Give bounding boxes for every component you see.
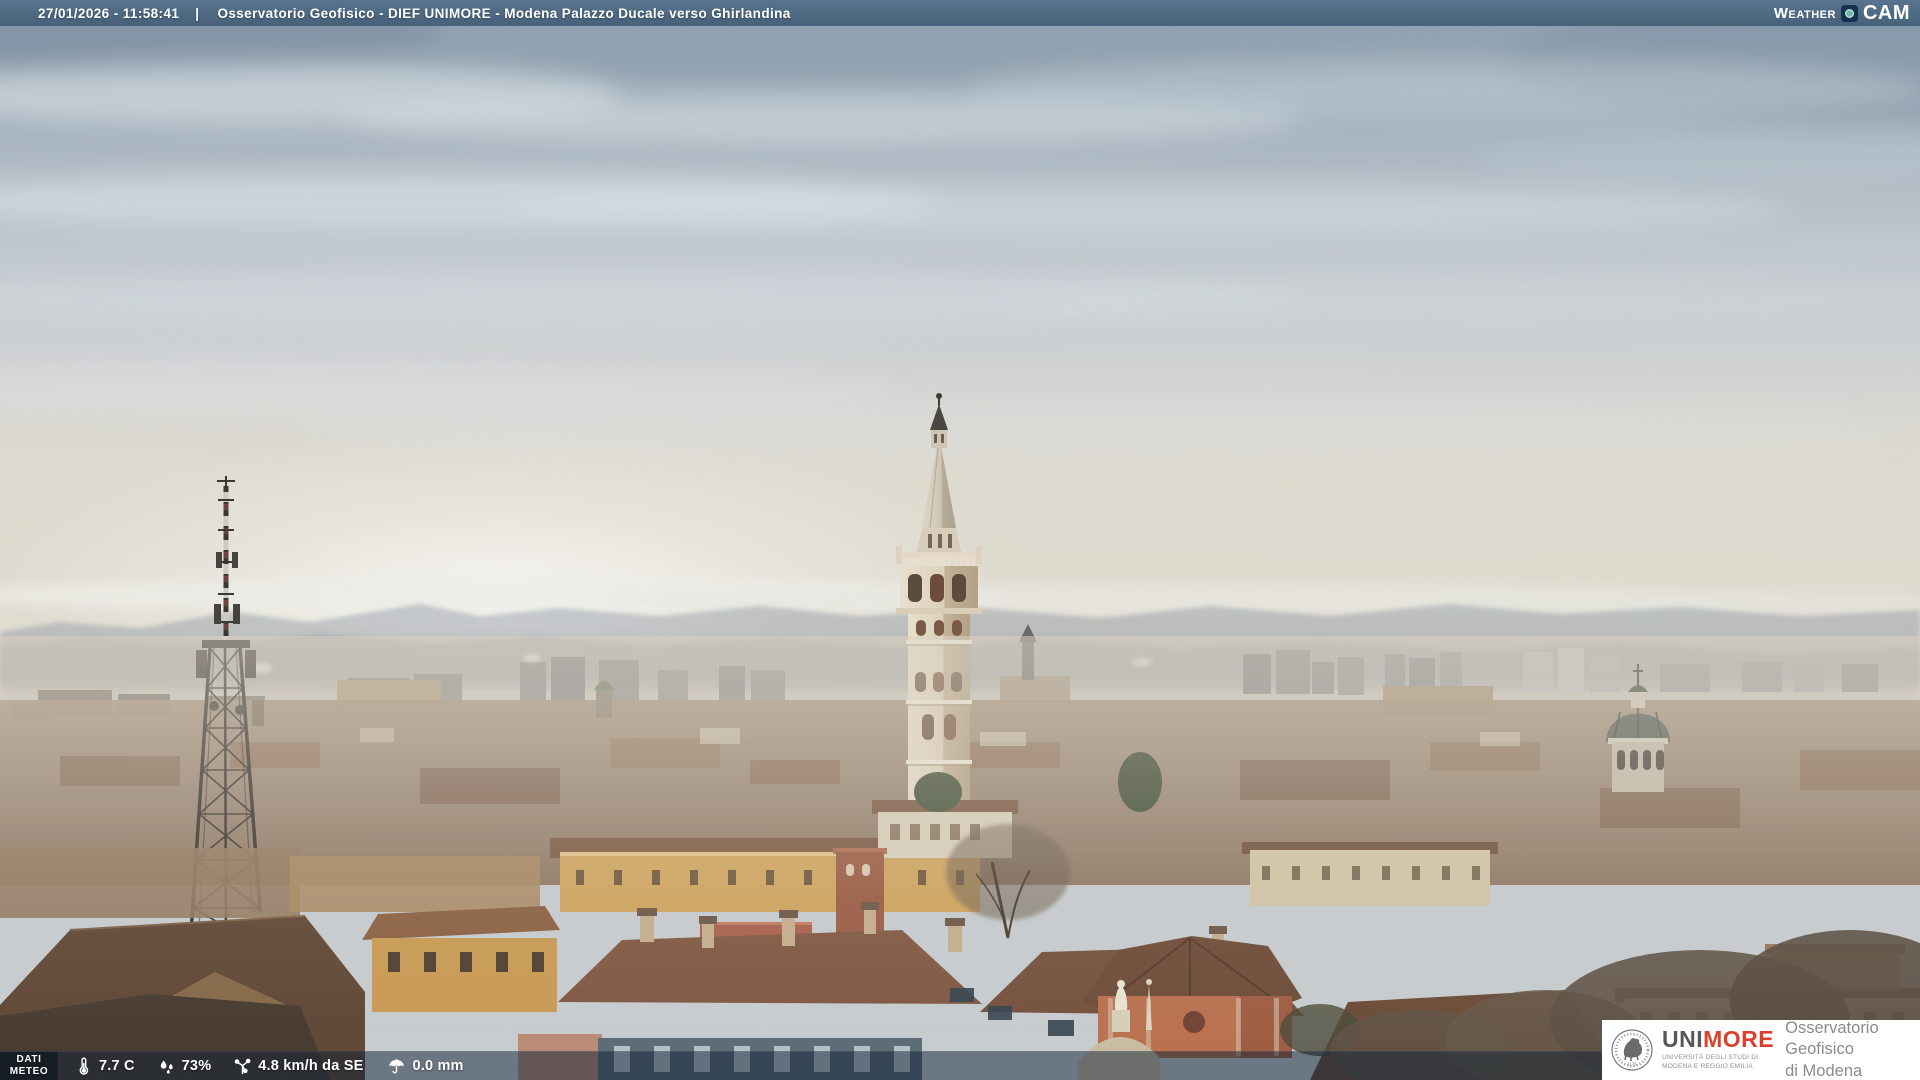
humidity-icon <box>160 1059 173 1074</box>
observatory-name-line2: di Modena <box>1785 1061 1863 1080</box>
timestamp: 27/01/2026 - 11:58:41 <box>38 5 180 21</box>
temperature-reading: 7.7 C <box>74 1057 135 1076</box>
rain-icon <box>389 1058 405 1073</box>
university-subtitle-line1: UNIVERSITÀ DEGLI STUDI DI <box>1662 1054 1759 1062</box>
camera-title: Osservatorio Geofisico - DIEF UNIMORE - … <box>217 5 791 21</box>
thermometer-icon <box>79 1057 89 1075</box>
dati-meteo-line2: METEO <box>9 1066 49 1077</box>
unimore-brand-box: 1175 UNIMORE UNIVERSITÀ DEGLI STUDI DI M… <box>1602 1018 1920 1080</box>
observatory-name: Osservatorio Geofisico di Modena <box>1785 1018 1920 1080</box>
atmospheric-haze <box>0 636 1920 1080</box>
unimore-wordmark: UNIMORE UNIVERSITÀ DEGLI STUDI DI MODENA… <box>1662 1028 1774 1071</box>
unimore-crest: 1175 <box>1609 1024 1655 1076</box>
rain-value: 0.0 mm <box>412 1058 464 1074</box>
university-subtitle: UNIVERSITÀ DEGLI STUDI DI MODENA E REGGI… <box>1662 1054 1774 1071</box>
observatory-name-line1: Osservatorio Geofisico <box>1785 1018 1879 1059</box>
temperature-value: 7.7 C <box>99 1058 135 1074</box>
wind-value: 4.8 km/h da SE <box>258 1058 364 1074</box>
wind-icon <box>235 1058 251 1074</box>
unimore-acronym-red: MORE <box>1703 1026 1775 1053</box>
unimore-acronym-gray: UNI <box>1662 1026 1704 1053</box>
webcam-frame: 27/01/2026 - 11:58:41 | Osservatorio Geo… <box>0 0 1920 1080</box>
crest-year: 1175 <box>1627 1062 1637 1067</box>
top-bar: 27/01/2026 - 11:58:41 | Osservatorio Geo… <box>0 0 1920 26</box>
wind-reading: 4.8 km/h da SE <box>233 1057 363 1076</box>
weathercam-icon <box>1840 4 1858 22</box>
humidity-value: 73% <box>181 1058 212 1074</box>
dati-meteo-label: DATI METEO <box>0 1052 58 1080</box>
humidity-reading: 73% <box>157 1057 212 1076</box>
rain-reading: 0.0 mm <box>387 1057 463 1076</box>
weathercam-logo: Weather CAM <box>1774 2 1910 25</box>
weathercam-icon-dot <box>1844 8 1854 18</box>
weathercam-logo-cam: CAM <box>1862 1 1910 24</box>
webcam-photo <box>0 0 1920 1080</box>
title-separator: | <box>195 5 200 21</box>
weathercam-logo-weather: Weather <box>1773 4 1836 22</box>
university-subtitle-line2: MODENA E REGGIO EMILIA <box>1662 1063 1753 1070</box>
dati-meteo-line1: DATI <box>16 1054 42 1065</box>
